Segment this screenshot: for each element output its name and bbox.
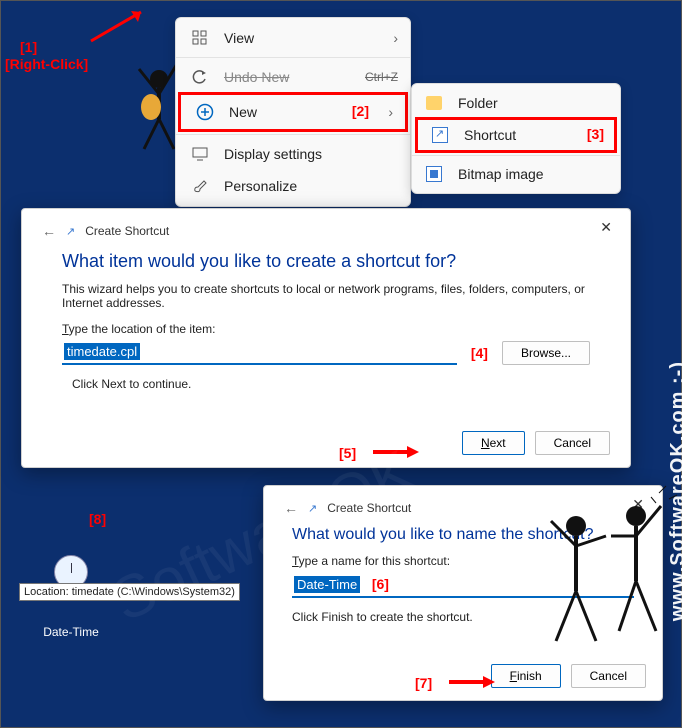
menu-label: Folder [458, 95, 498, 111]
breadcrumb: Create Shortcut [85, 224, 169, 238]
menu-item-undo[interactable]: Undo New Ctrl+Z [176, 61, 410, 93]
shortcut-icon [430, 127, 450, 143]
back-button[interactable]: ← [42, 223, 56, 239]
next-button[interactable]: Next [462, 431, 525, 455]
dialog-header: ← ↗ Create Shortcut [22, 209, 630, 243]
desktop-icon-tooltip: Location: timedate (C:\Windows\System32) [19, 583, 240, 601]
dialog-heading: What would you like to name the shortcut… [264, 520, 662, 552]
annotation-4: [4] [471, 345, 488, 361]
breadcrumb: Create Shortcut [327, 501, 411, 515]
back-button[interactable]: ← [284, 500, 298, 516]
dialog-heading: What item would you like to create a sho… [22, 243, 630, 282]
menu-label: New [229, 104, 257, 120]
submenu-item-bitmap[interactable]: Bitmap image [412, 159, 620, 189]
annotation-1: [1] [20, 39, 37, 55]
menu-separator [176, 134, 410, 135]
location-label: Type the location of the item: [62, 322, 590, 336]
annotation-1-sub: [Right-Click] [5, 56, 88, 72]
annotation-3: [3] [587, 126, 604, 142]
menu-label: Display settings [224, 146, 322, 162]
dialog-header: ← ↗ Create Shortcut [264, 486, 662, 520]
close-button[interactable]: ✕ [592, 215, 620, 240]
menu-accelerator: Ctrl+Z [365, 70, 398, 84]
dialog-hint: Click Next to continue. [62, 377, 590, 391]
grid-icon [190, 30, 210, 46]
annotation-2: [2] [352, 103, 369, 119]
menu-label: Shortcut [464, 127, 516, 143]
annotation-6: [6] [372, 576, 389, 592]
menu-separator [176, 57, 410, 58]
input-selected-value: timedate.cpl [64, 343, 140, 360]
name-input[interactable]: Date-Time [6] [292, 572, 634, 598]
watermark-text: www.SoftwareOK.com :-) [667, 361, 682, 621]
create-shortcut-wizard-step2: ✕ ← ↗ Create Shortcut What would you lik… [263, 485, 663, 701]
menu-label: Undo New [224, 69, 289, 85]
menu-label: Bitmap image [458, 166, 544, 182]
annotation-8: [8] [89, 511, 106, 527]
browse-button[interactable]: Browse... [502, 341, 590, 365]
monitor-icon [190, 146, 210, 162]
finish-button[interactable]: Finish [491, 664, 561, 688]
arrow-annotation-1 [86, 6, 156, 46]
name-label: Type a name for this shortcut: [292, 554, 634, 568]
cancel-button[interactable]: Cancel [571, 664, 646, 688]
dialog-hint: Click Finish to create the shortcut. [292, 610, 634, 624]
menu-item-display-settings[interactable]: Display settings [176, 138, 410, 170]
menu-label: View [224, 30, 254, 46]
close-button[interactable]: ✕ [624, 492, 652, 517]
submenu-item-folder[interactable]: Folder [412, 88, 620, 118]
menu-item-new[interactable]: New [2] › [178, 92, 408, 132]
plus-circle-icon [195, 103, 215, 121]
brush-icon [190, 178, 210, 194]
menu-item-personalize[interactable]: Personalize [176, 170, 410, 202]
menu-label: Personalize [224, 178, 297, 194]
input-selected-value: Date-Time [294, 576, 360, 593]
bitmap-icon [424, 166, 444, 182]
shortcut-wizard-icon: ↗ [66, 225, 75, 238]
desktop-icon-label: Date-Time [31, 625, 111, 639]
dialog-help-text: This wizard helps you to create shortcut… [62, 282, 590, 310]
submenu-item-shortcut[interactable]: Shortcut [3] [415, 117, 617, 153]
create-shortcut-wizard-step1: ✕ ← ↗ Create Shortcut What item would yo… [21, 208, 631, 468]
cancel-button[interactable]: Cancel [535, 431, 610, 455]
folder-icon [424, 96, 444, 110]
desktop-context-menu: View › Undo New Ctrl+Z New [2] › Display… [175, 17, 411, 207]
menu-separator [412, 155, 620, 156]
new-submenu: Folder Shortcut [3] Bitmap image [411, 83, 621, 194]
chevron-right-icon: › [393, 30, 398, 46]
chevron-right-icon: › [388, 104, 393, 120]
location-input[interactable]: timedate.cpl [62, 340, 457, 365]
shortcut-wizard-icon: ↗ [308, 502, 317, 515]
menu-item-view[interactable]: View › [176, 22, 410, 54]
undo-icon [190, 69, 210, 85]
